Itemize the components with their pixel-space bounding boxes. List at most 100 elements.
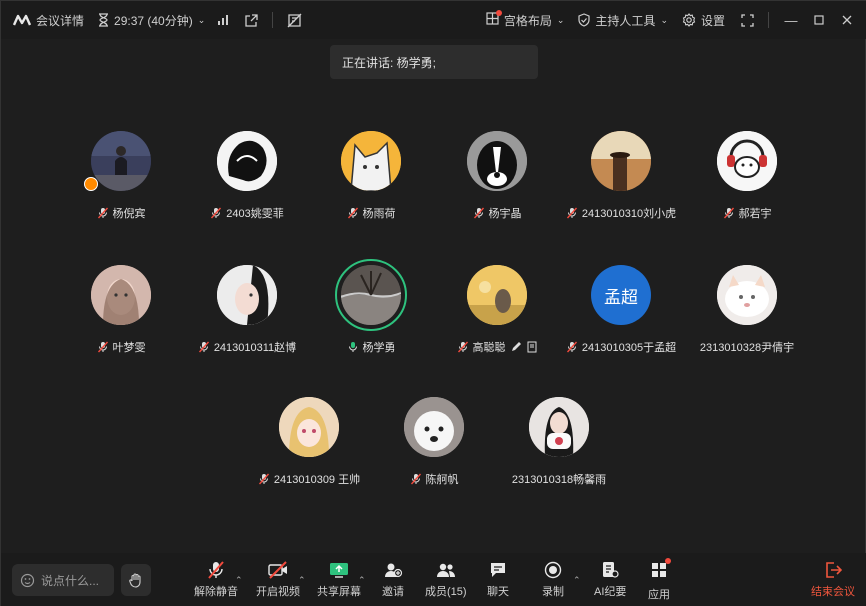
mic-muted-icon — [457, 341, 468, 353]
record-button[interactable]: 录制 — [542, 561, 564, 599]
network-signal-button[interactable] — [211, 1, 235, 39]
participant-tile[interactable]: 2413010311赵博 — [187, 265, 307, 365]
share-screen-icon — [330, 563, 348, 578]
apps-grid-icon — [650, 558, 671, 582]
participant-tile[interactable]: 高聪聪 — [437, 265, 557, 365]
grid-layout-icon — [486, 10, 502, 28]
participant-tile[interactable]: 2413010310刘小虎 — [561, 131, 681, 231]
host-tools-label: 主持人工具 — [595, 13, 656, 28]
avatar — [91, 265, 151, 325]
avatar — [591, 131, 651, 191]
chevron-down-icon: ⌄ — [660, 14, 668, 25]
participant-tile[interactable]: 杨宇晶 — [437, 131, 557, 231]
camera-off-icon — [268, 561, 287, 579]
pop-out-button[interactable] — [235, 1, 264, 39]
share-options-caret[interactable]: ⌃ — [358, 575, 366, 586]
participant-name: 2413010310刘小虎 — [581, 208, 677, 220]
ai-minutes-button[interactable]: AI纪要 — [594, 561, 626, 599]
participant-tile[interactable]: 陈舸帆 — [374, 397, 494, 497]
avatar — [404, 397, 464, 457]
avatar — [529, 397, 589, 457]
minimize-button[interactable]: — — [777, 1, 805, 39]
signal-icon — [218, 15, 229, 25]
participant-tile[interactable]: 2313010318畅馨雨 — [499, 397, 619, 497]
participant-tile[interactable]: 孟超 2413010305于孟超 — [561, 265, 681, 365]
start-video-button[interactable]: 开启视频 — [256, 561, 300, 599]
participant-tile[interactable]: 2313010328尹倩宇 — [687, 265, 807, 365]
video-options-caret[interactable]: ⌃ — [298, 575, 306, 586]
record-label: 录制 — [542, 586, 564, 598]
participant-name: 杨倪宾 — [112, 208, 146, 220]
settings-label: 设置 — [700, 13, 725, 28]
participant-name: 杨宇晶 — [488, 208, 522, 220]
timer-dropdown[interactable]: 29:37 (40分钟) ⌄ — [90, 1, 211, 39]
host-tools-dropdown[interactable]: 主持人工具 ⌄ — [570, 1, 674, 39]
participant-name: 2413010311赵博 — [213, 342, 297, 354]
raise-hand-button[interactable] — [121, 564, 151, 596]
participant-name: 2313010328尹倩宇 — [699, 342, 795, 354]
avatar — [467, 265, 527, 325]
participant-tile[interactable]: 杨雨荷 — [311, 131, 431, 231]
participant-tile[interactable]: 2413010309 王帅 — [249, 397, 369, 497]
apps-label: 应用 — [648, 589, 670, 601]
chat-button[interactable]: 聊天 — [487, 561, 509, 599]
unmute-button[interactable]: 解除静音 — [194, 561, 238, 599]
meeting-info-label: 会议详情 — [36, 13, 85, 28]
participant-name: 2313010318畅馨雨 — [511, 474, 607, 486]
active-speaker-text: 正在讲话: 杨学勇; — [342, 55, 437, 70]
meeting-timer: 29:37 (40分钟) — [114, 13, 193, 28]
layout-dropdown[interactable]: 宫格布局 ⌄ — [480, 1, 571, 39]
participant-name: 郝若宇 — [738, 208, 772, 220]
invite-label: 邀请 — [382, 586, 404, 598]
hourglass-icon — [99, 13, 109, 27]
record-options-caret[interactable]: ⌃ — [573, 575, 581, 586]
emoji-icon — [20, 573, 35, 587]
apps-button[interactable]: 应用 — [648, 558, 671, 602]
mic-active-icon — [348, 342, 357, 352]
unmute-label: 解除静音 — [194, 586, 238, 598]
avatar — [341, 131, 401, 191]
app-logo-icon — [13, 14, 31, 26]
participant-tile[interactable]: 杨倪宾 — [61, 131, 181, 231]
share-screen-label: 共享屏幕 — [317, 586, 361, 598]
members-button[interactable]: 成员(15) — [425, 561, 467, 599]
participant-tile[interactable]: 郝若宇 — [687, 131, 807, 231]
mic-muted-icon — [97, 207, 108, 219]
mic-muted-icon — [258, 473, 269, 485]
quick-chat-input[interactable]: 说点什么... — [12, 564, 114, 596]
ai-notes-icon — [603, 562, 619, 578]
add-user-icon — [385, 563, 403, 578]
fullscreen-button[interactable] — [731, 1, 760, 39]
mic-muted-icon — [97, 341, 108, 353]
audio-options-caret[interactable]: ⌃ — [235, 575, 243, 586]
participant-tile[interactable]: 叶梦雯 — [61, 265, 181, 365]
invite-button[interactable]: 邀请 — [382, 561, 404, 599]
start-video-label: 开启视频 — [256, 586, 300, 598]
members-label: 成员(15) — [425, 586, 467, 598]
divider — [768, 12, 769, 28]
annotation-off-button[interactable] — [281, 1, 308, 39]
close-button[interactable] — [833, 1, 861, 39]
annotation-off-icon — [287, 13, 302, 27]
end-meeting-button[interactable]: 结束会议 — [811, 561, 855, 599]
close-icon — [842, 15, 852, 25]
avatar — [279, 397, 339, 457]
end-meeting-label: 结束会议 — [811, 586, 855, 598]
avatar — [717, 265, 777, 325]
mic-muted-icon — [211, 207, 222, 219]
external-link-icon — [245, 13, 258, 27]
participant-name: 2413010309 王帅 — [273, 474, 361, 486]
participant-tile[interactable]: 2403姚雯菲 — [187, 131, 307, 231]
meeting-info-button[interactable]: 会议详情 — [1, 1, 90, 39]
share-screen-button[interactable]: 共享屏幕 — [317, 561, 361, 599]
divider — [272, 12, 274, 28]
layout-label: 宫格布局 — [503, 13, 552, 28]
mic-muted-icon — [347, 207, 358, 219]
exit-icon — [826, 562, 842, 578]
settings-button[interactable]: 设置 — [674, 1, 731, 39]
maximize-button[interactable] — [805, 1, 833, 39]
mic-muted-icon — [198, 341, 209, 353]
meeting-window: 会议详情 29:37 (40分钟) ⌄ 宫格布局 ⌄ 主持人工具 ⌄ 设置 — … — [0, 0, 866, 606]
users-icon — [436, 563, 455, 577]
participant-tile-speaking[interactable]: 杨学勇 — [311, 259, 431, 365]
